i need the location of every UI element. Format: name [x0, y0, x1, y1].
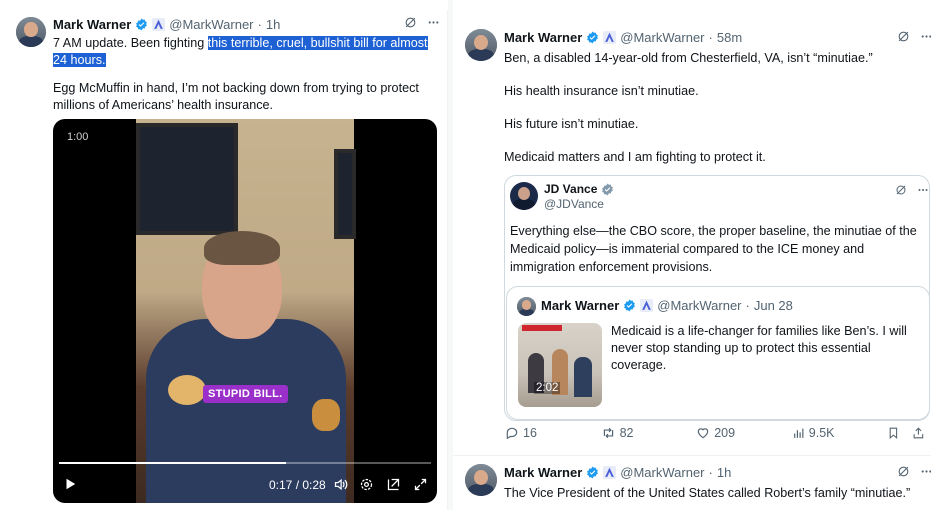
avatar[interactable] — [16, 17, 46, 47]
tweet-header-actions — [897, 465, 931, 478]
volume-icon[interactable] — [333, 477, 348, 492]
views-count: 9.5K — [808, 426, 835, 440]
video-progress-bar[interactable] — [59, 462, 431, 464]
author-handle[interactable]: @MarkWarner — [169, 17, 253, 32]
nested-author-handle[interactable]: @MarkWarner — [657, 298, 741, 313]
play-icon[interactable] — [63, 477, 77, 491]
grok-icon[interactable] — [895, 184, 907, 196]
tweet-header-actions — [404, 16, 440, 29]
tweet-line: His health insurance isn’t minutiae. — [504, 84, 699, 98]
more-icon[interactable] — [427, 16, 440, 29]
tweet-text-paragraph-2: Egg McMuffin in hand, I’m not backing do… — [53, 81, 419, 112]
nested-text: Medicaid is a life-changer for families … — [611, 324, 907, 372]
more-icon[interactable] — [920, 465, 931, 478]
video-frame — [136, 119, 356, 503]
settings-icon[interactable] — [359, 477, 374, 492]
quote-author-handle[interactable]: @JDVance — [544, 197, 604, 211]
verified-badge-icon — [602, 183, 614, 195]
verified-badge-icon — [624, 299, 636, 312]
nested-quoted-tweet[interactable]: Mark Warner @MarkWarner · Jun 28 2:02 Me… — [506, 286, 929, 420]
tweet-line: Medicaid matters and I am fighting to pr… — [504, 150, 766, 164]
next-tweet[interactable]: Mark Warner @MarkWarner · 1h The Vice Pr… — [453, 456, 931, 510]
video-time: 0:17 / 0:28 — [269, 478, 326, 492]
right-tweet[interactable]: Mark Warner @MarkWarner · 58m Ben, a dis… — [453, 17, 931, 510]
quoted-tweet[interactable]: JD Vance @JDVance Everything else—the CB… — [504, 175, 930, 421]
avatar[interactable] — [517, 297, 536, 316]
tweet-text-plain: 7 AM update. Been fighting — [53, 36, 208, 50]
verified-badge-icon — [587, 466, 599, 479]
gov-affiliate-icon — [603, 466, 617, 479]
reply-count: 16 — [523, 426, 537, 440]
gov-affiliate-icon — [152, 18, 166, 31]
wall-picture — [136, 123, 238, 235]
grok-icon[interactable] — [897, 30, 910, 43]
tweet-header: Mark Warner @MarkWarner · 1h — [53, 17, 281, 32]
tweet-text: 7 AM update. Been fighting this terrible… — [53, 35, 438, 68]
left-tweet[interactable]: Mark Warner @MarkWarner · 1h 7 AM update… — [8, 10, 448, 510]
reply-icon — [506, 427, 518, 440]
gov-affiliate-icon — [640, 299, 654, 312]
nested-video-duration: 2:02 — [534, 382, 561, 394]
author-name[interactable]: Mark Warner — [53, 17, 131, 32]
tweet-text: The Vice President of the United States … — [504, 486, 911, 500]
avatar[interactable] — [465, 464, 497, 496]
more-icon[interactable] — [920, 30, 931, 43]
author-name[interactable]: Mark Warner — [504, 30, 582, 45]
like-icon — [697, 428, 709, 439]
repost-button[interactable]: 82 — [601, 426, 697, 440]
nested-quote-header: Mark Warner @MarkWarner · Jun 28 — [541, 298, 793, 313]
tweet-line: Ben, a disabled 14-year-old from Chester… — [504, 51, 873, 65]
author-handle[interactable]: @MarkWarner — [620, 30, 704, 45]
grok-icon[interactable] — [897, 465, 910, 478]
author-name[interactable]: Mark Warner — [504, 465, 582, 480]
avatar[interactable] — [465, 29, 497, 61]
egg-mcmuffin — [168, 375, 206, 405]
fullscreen-icon[interactable] — [413, 477, 428, 492]
avatar[interactable] — [510, 182, 538, 210]
tweet-header: Mark Warner @MarkWarner · 1h — [504, 465, 732, 480]
video-corner-time: 1:00 — [67, 131, 89, 143]
nested-date[interactable]: Jun 28 — [754, 298, 793, 313]
tweet-time[interactable]: 58m — [717, 30, 742, 45]
quote-author-name[interactable]: JD Vance — [544, 182, 597, 196]
verified-badge-icon — [136, 18, 148, 31]
author-handle[interactable]: @MarkWarner — [620, 465, 704, 480]
verified-badge-icon — [587, 31, 599, 44]
like-button[interactable]: 209 — [696, 426, 792, 440]
video-player[interactable]: 1:00 STUPID BILL. 0:17 / 0:28 — [53, 119, 437, 503]
quote-text: Everything else—the CBO score, the prope… — [510, 224, 917, 274]
hashbrown — [312, 399, 340, 431]
video-caption: STUPID BILL. — [203, 385, 288, 403]
quote-header: JD Vance — [544, 182, 614, 196]
wall-picture — [334, 149, 356, 239]
grok-icon[interactable] — [404, 16, 417, 29]
tweet-action-bar: 16 82 209 9.5K — [505, 426, 925, 440]
nested-video-thumbnail[interactable]: 2:02 — [518, 323, 602, 407]
views-icon — [793, 428, 804, 438]
reply-button[interactable]: 16 — [505, 426, 601, 440]
like-count: 209 — [714, 426, 736, 440]
bookmark-icon[interactable] — [887, 426, 900, 440]
tweet-header: Mark Warner @MarkWarner · 58m — [504, 30, 743, 45]
nested-author-name[interactable]: Mark Warner — [541, 298, 619, 313]
tweet-header-actions — [897, 30, 931, 43]
views-button[interactable]: 9.5K — [792, 426, 888, 440]
tweet-line: His future isn’t minutiae. — [504, 117, 639, 131]
gov-affiliate-icon — [603, 31, 617, 44]
quote-header-actions — [895, 184, 929, 196]
video-progress-fill — [59, 462, 286, 464]
share-icon[interactable] — [912, 426, 925, 440]
tweet-time[interactable]: 1h — [266, 17, 280, 32]
repost-count: 82 — [619, 426, 634, 440]
more-icon[interactable] — [917, 184, 929, 196]
tweet-time[interactable]: 1h — [717, 465, 731, 480]
pip-icon[interactable] — [386, 477, 401, 492]
repost-icon — [603, 427, 613, 439]
